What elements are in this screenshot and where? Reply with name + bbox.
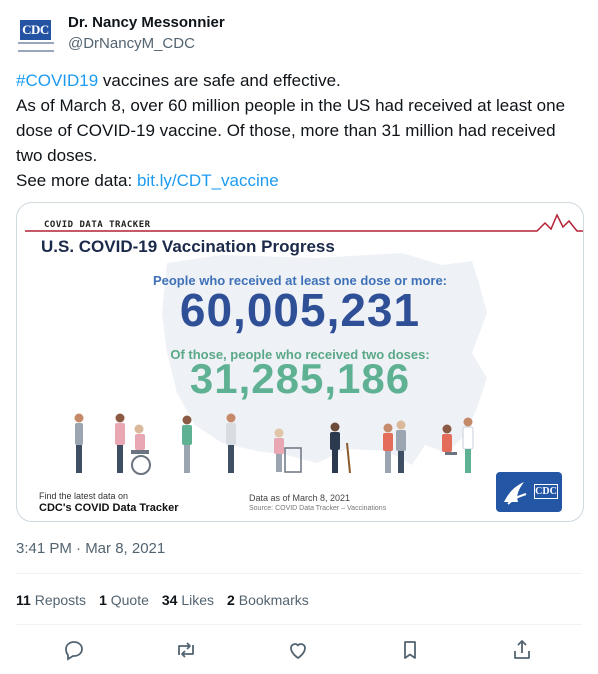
person-wheelchair <box>131 424 151 475</box>
media-card[interactable]: COVID DATA TRACKER U.S. COVID-19 Vaccina… <box>16 202 584 522</box>
action-bar <box>16 638 582 662</box>
engagement-stats: 11 Reposts 1 Quote 34 Likes 2 Bookmarks <box>16 592 322 608</box>
quotes-count: 1 <box>99 592 107 608</box>
data-link[interactable]: bit.ly/CDT_vaccine <box>137 171 279 190</box>
tracker-label: COVID DATA TRACKER <box>41 220 154 230</box>
likes-stat[interactable]: 34 Likes <box>162 592 214 608</box>
tweet-line2: As of March 8, over 60 million people in… <box>16 96 566 165</box>
cdc-badge-icon: CDC <box>534 484 558 499</box>
data-source: Source: COVID Data Tracker – Vaccination… <box>249 505 387 512</box>
timestamp[interactable]: 3:41 PM · Mar 8, 2021 <box>16 540 165 557</box>
reposts-count: 11 <box>16 592 31 608</box>
tracker-name-text: CDC's COVID Data Tracker <box>39 502 179 514</box>
bookmarks-label: Bookmarks <box>238 592 309 608</box>
quotes-stat[interactable]: 1 Quote <box>99 592 149 608</box>
bookmark-icon[interactable] <box>398 638 422 662</box>
likes-count: 34 <box>161 592 178 608</box>
tweet-line1: vaccines are safe and effective. <box>98 71 341 90</box>
hhs-eagle-icon <box>504 482 527 505</box>
dose1-value: 60,005,231 <box>179 284 421 336</box>
cdc-logo-icon: CDC <box>20 20 51 40</box>
repost-icon[interactable] <box>174 638 198 662</box>
find-data-text: Find the latest data on <box>39 491 129 501</box>
likes-label: Likes <box>181 592 215 608</box>
tweet-text: #COVID19 vaccines are safe and effective… <box>16 68 582 193</box>
reposts-stat[interactable]: 11 Reposts <box>16 592 86 608</box>
divider-bottom <box>16 624 582 625</box>
hhs-cdc-badge: CDC <box>496 472 562 512</box>
person-2 <box>115 413 125 473</box>
divider-top <box>16 573 582 574</box>
reposts-label: Reposts <box>34 592 87 608</box>
tweet-header: CDC Dr. Nancy Messonnier @DrNancyM_CDC <box>16 12 582 56</box>
share-icon[interactable] <box>510 638 534 662</box>
reply-icon[interactable] <box>62 638 86 662</box>
bookmarks-stat[interactable]: 2 Bookmarks <box>227 592 309 608</box>
person-1 <box>74 413 84 473</box>
avatar[interactable]: CDC <box>16 14 56 54</box>
like-icon[interactable] <box>286 638 310 662</box>
bookmarks-count: 2 <box>227 592 235 608</box>
card-title: U.S. COVID-19 Vaccination Progress <box>41 237 335 256</box>
person-3 <box>182 415 192 473</box>
dose2-value: 31,285,186 <box>189 355 411 402</box>
tweet: CDC Dr. Nancy Messonnier @DrNancyM_CDC #… <box>0 0 598 674</box>
author-name[interactable]: Dr. Nancy Messonnier <box>68 14 225 31</box>
quotes-label: Quote <box>110 592 149 608</box>
logo-underline <box>18 42 54 52</box>
tweet-line3: See more data: <box>16 171 137 190</box>
hashtag-link[interactable]: #COVID19 <box>16 71 98 90</box>
author-handle[interactable]: @DrNancyM_CDC <box>68 35 195 52</box>
data-as-of: Data as of March 8, 2021 <box>249 493 351 503</box>
